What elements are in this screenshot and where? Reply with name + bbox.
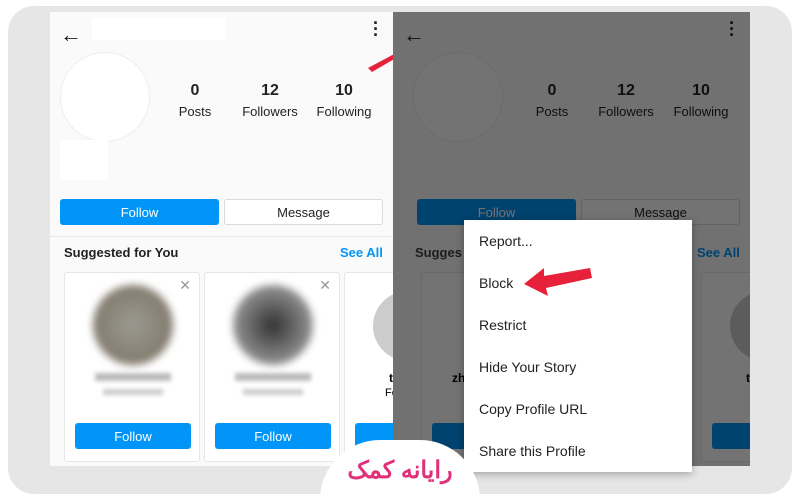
posts-count: 0 <box>190 82 200 99</box>
followers-stat[interactable]: 12 Followers <box>230 82 310 119</box>
suggested-title-partial: Sugges <box>415 245 462 260</box>
red-arrow-icon <box>524 268 592 296</box>
suggestion-card: ✕ Follow <box>64 272 200 462</box>
suggestion-sub: Fo <box>385 387 393 399</box>
profile-screen: ← · · · 0 Posts 12 Followers 10 Following Fol… <box>50 12 393 466</box>
options-menu: Report... Block Restrict Hide Your Story… <box>464 220 692 472</box>
suggestion-avatar <box>373 291 393 361</box>
suggestion-card: ✕ Follow <box>204 272 340 462</box>
suggestion-sub-blurred <box>243 389 303 395</box>
suggested-title: Suggested for You <box>64 245 179 260</box>
followers-count: 12 <box>261 82 279 99</box>
card-follow-button[interactable]: Follow <box>75 423 191 449</box>
suggestion-avatar <box>233 285 313 365</box>
divider <box>50 236 393 237</box>
logo-text: رایانه کمک <box>347 456 453 484</box>
menu-item-share[interactable]: Share this Profile <box>464 430 692 472</box>
message-button[interactable]: Message <box>224 199 383 225</box>
menu-item-hide-story[interactable]: Hide Your Story <box>464 346 692 388</box>
suggestion-name-blurred <box>95 373 171 381</box>
following-stat[interactable]: 10 Following <box>304 82 384 119</box>
follow-button[interactable]: Follow <box>60 199 219 225</box>
following-count: 10 <box>335 82 353 99</box>
avatar <box>60 52 150 142</box>
more-options-icon[interactable]: ··· <box>373 14 379 44</box>
back-arrow-icon[interactable]: ← <box>60 22 82 48</box>
suggestion-card-partial: t Fo <box>344 272 393 462</box>
menu-item-restrict[interactable]: Restrict <box>464 304 692 346</box>
menu-item-report[interactable]: Report... <box>464 220 692 262</box>
red-arrow-icon <box>368 54 393 72</box>
see-all-link[interactable]: See All <box>340 245 383 260</box>
suggestion-sub-blurred <box>103 389 163 395</box>
dismiss-icon[interactable]: ✕ <box>179 277 191 294</box>
suggestion-name-blurred <box>235 373 311 381</box>
followers-label: Followers <box>242 104 298 119</box>
menu-item-copy-url[interactable]: Copy Profile URL <box>464 388 692 430</box>
card-follow-button[interactable]: Follow <box>215 423 331 449</box>
bio-redacted <box>60 140 108 180</box>
suggestion-avatar <box>93 285 173 365</box>
dismiss-icon[interactable]: ✕ <box>319 277 331 294</box>
posts-stat[interactable]: 0 Posts <box>155 82 235 119</box>
username-redacted <box>92 18 226 40</box>
posts-label: Posts <box>178 104 212 119</box>
following-label: Following <box>316 104 372 119</box>
